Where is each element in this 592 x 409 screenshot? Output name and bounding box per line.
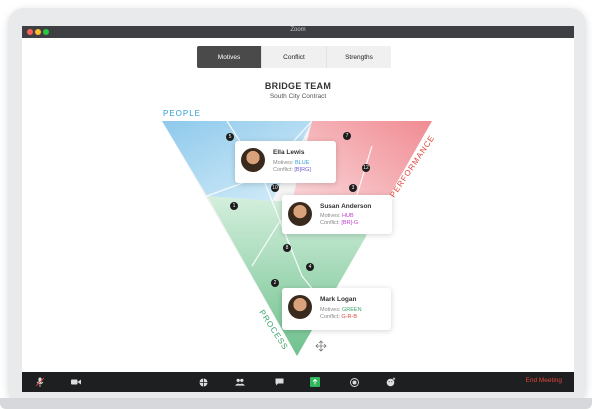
member-motives: Motives: GREEN: [320, 307, 362, 313]
people-label: PEOPLE: [163, 109, 201, 118]
avatar: [288, 202, 312, 226]
member-conflict: Conflict: [BR]-G: [320, 220, 359, 226]
participants-icon[interactable]: [235, 377, 245, 387]
member-dot[interactable]: 5: [226, 133, 234, 141]
meeting-toolbar: End Meeting: [22, 372, 574, 392]
video-icon[interactable]: [71, 377, 81, 387]
member-name: Ella Lewis: [273, 149, 305, 156]
people-label-group: PEOPLE: [163, 109, 201, 118]
laptop-base: [0, 398, 592, 409]
move-icon[interactable]: [315, 340, 327, 352]
member-dot[interactable]: 7: [343, 132, 351, 140]
member-dot[interactable]: 3: [349, 184, 357, 192]
member-motives: Motives: BLUE: [273, 160, 310, 166]
member-dot[interactable]: 1: [230, 202, 238, 210]
member-card-mark-logan[interactable]: Mark Logan Motives: GREEN Conflict: G-R-…: [282, 288, 391, 330]
member-card-susan-anderson[interactable]: Susan Anderson Motives: HUB Conflict: [B…: [282, 195, 392, 234]
mic-icon[interactable]: [35, 377, 45, 387]
member-dot[interactable]: 2: [271, 279, 279, 287]
reactions-icon[interactable]: [386, 377, 396, 387]
chat-icon[interactable]: [274, 377, 284, 387]
member-dot[interactable]: 12: [362, 164, 370, 172]
member-conflict: Conflict: G-R-B: [320, 314, 357, 320]
member-dot[interactable]: 10: [271, 184, 279, 192]
zoom-window: Zoom Motives Conflict Strengths BRIDGE T…: [22, 26, 574, 392]
member-card-ella-lewis[interactable]: Ella Lewis Motives: BLUE Conflict: [B]RG…: [235, 141, 336, 183]
member-motives: Motives: HUB: [320, 213, 354, 219]
member-dot[interactable]: 8: [283, 244, 291, 252]
avatar: [288, 295, 312, 319]
end-meeting-button[interactable]: End Meeting: [526, 377, 563, 384]
share-screen-icon[interactable]: [310, 377, 320, 387]
member-name: Susan Anderson: [320, 203, 372, 210]
member-dot[interactable]: 4: [306, 263, 314, 271]
security-icon[interactable]: [198, 377, 208, 387]
member-name: Mark Logan: [320, 296, 357, 303]
avatar: [241, 148, 265, 172]
member-conflict: Conflict: [B]RG]: [273, 167, 311, 173]
record-icon[interactable]: [349, 377, 359, 387]
